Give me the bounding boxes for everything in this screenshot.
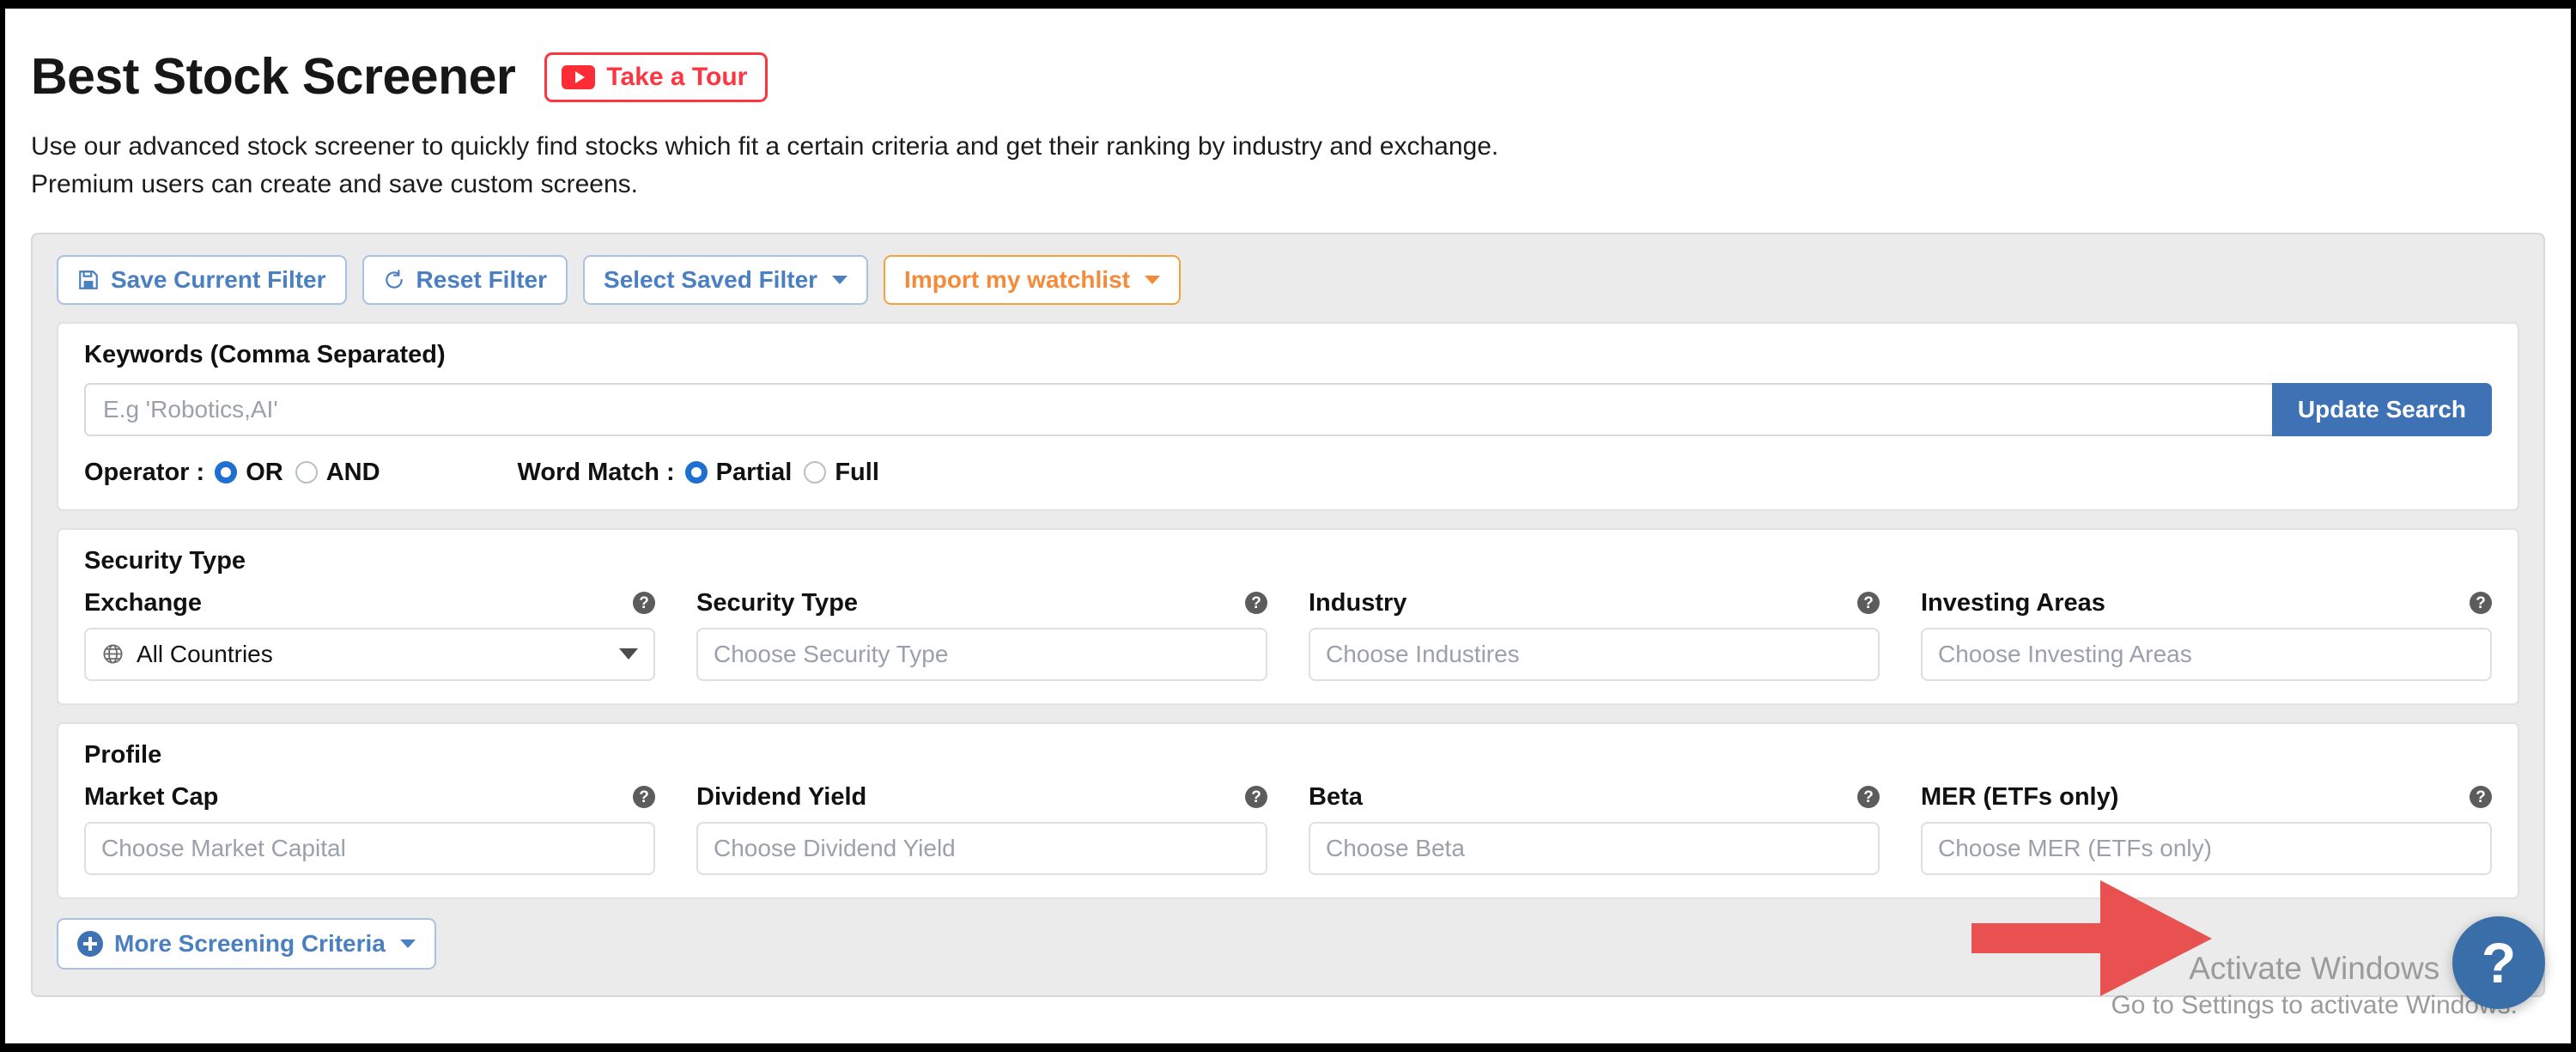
field-industry-header: Industry ? xyxy=(1309,589,1880,617)
reset-filter-label: Reset Filter xyxy=(416,265,548,293)
profile-heading: Profile xyxy=(84,740,162,769)
word-match-option-partial-label: Partial xyxy=(715,458,793,486)
page-title: Best Stock Screener xyxy=(31,48,516,105)
word-match-radio-full[interactable] xyxy=(804,461,827,484)
exchange-select-value: All Countries xyxy=(137,640,273,667)
description-line-2: Premium users can create and save custom… xyxy=(31,170,638,199)
field-investing-areas: Investing Areas ? Choose Investing Areas xyxy=(1921,589,2492,681)
security-type-fields: Exchange ? All Countries Security Type ?… xyxy=(84,589,2492,681)
field-exchange-header: Exchange ? xyxy=(84,589,655,617)
select-saved-filter-dropdown[interactable]: Select Saved Filter xyxy=(583,254,869,305)
header: Best Stock Screener Take a Tour xyxy=(31,52,2545,102)
import-watchlist-label: Import my watchlist xyxy=(904,265,1130,293)
page-content: Best Stock Screener Take a Tour Use our … xyxy=(5,9,2571,1043)
help-icon[interactable]: ? xyxy=(2470,592,2492,615)
more-screening-criteria-label: More Screening Criteria xyxy=(114,929,386,957)
keywords-input[interactable] xyxy=(84,382,2272,436)
operator-radio-or[interactable] xyxy=(215,461,238,484)
chevron-down-icon xyxy=(1144,275,1160,284)
filter-toolbar: Save Current Filter Reset Filter Select … xyxy=(57,254,2519,305)
help-support-button[interactable]: ? xyxy=(2452,916,2545,1009)
beta-input[interactable]: Choose Beta xyxy=(1309,821,1880,875)
operator-label: Operator : xyxy=(84,458,205,486)
help-icon[interactable]: ? xyxy=(633,592,655,615)
youtube-play-icon xyxy=(562,64,596,89)
field-security-type-label: Security Type xyxy=(696,588,859,617)
field-exchange-label: Exchange xyxy=(84,588,202,617)
dividend-yield-input[interactable]: Choose Dividend Yield xyxy=(696,821,1267,875)
more-screening-criteria-button[interactable]: More Screening Criteria xyxy=(57,917,436,970)
description-line-1: Use our advanced stock screener to quick… xyxy=(31,132,1499,161)
field-dividend-yield: Dividend Yield ? Choose Dividend Yield xyxy=(696,783,1267,875)
field-industry-label: Industry xyxy=(1309,588,1407,617)
field-industry: Industry ? Choose Industires xyxy=(1309,589,1880,681)
keywords-card: Keywords (Comma Separated) Update Search… xyxy=(57,321,2519,511)
save-disk-icon xyxy=(77,269,100,291)
help-icon[interactable]: ? xyxy=(1857,786,1880,809)
reset-filter-button[interactable]: Reset Filter xyxy=(361,254,568,305)
chevron-down-icon xyxy=(619,648,638,660)
field-security-type: Security Type ? Choose Security Type xyxy=(696,589,1267,681)
save-current-filter-button[interactable]: Save Current Filter xyxy=(57,254,347,305)
field-security-type-header: Security Type ? xyxy=(696,589,1267,617)
field-dividend-yield-header: Dividend Yield ? xyxy=(696,783,1267,812)
plus-icon xyxy=(77,930,103,957)
word-match-radio-group: Word Match : Partial Full xyxy=(518,459,879,487)
word-match-label: Word Match : xyxy=(517,458,675,486)
profile-card: Profile Market Cap ? Choose Market Capit… xyxy=(57,721,2519,899)
take-a-tour-label: Take a Tour xyxy=(606,62,748,91)
help-icon[interactable]: ? xyxy=(633,786,655,809)
field-mer-header: MER (ETFs only) ? xyxy=(1921,783,2492,812)
update-search-button[interactable]: Update Search xyxy=(2271,382,2492,436)
field-beta: Beta ? Choose Beta xyxy=(1309,783,1880,875)
chevron-down-icon xyxy=(832,275,848,284)
exchange-select[interactable]: All Countries xyxy=(84,627,655,681)
field-beta-header: Beta ? xyxy=(1309,783,1880,812)
security-type-card: Security Type Exchange ? All Countries S… xyxy=(57,527,2519,705)
filter-footer: More Screening Criteria xyxy=(57,917,2519,970)
field-market-cap: Market Cap ? Choose Market Capital xyxy=(84,783,655,875)
chevron-down-icon xyxy=(399,939,416,948)
field-dividend-yield-label: Dividend Yield xyxy=(696,782,867,811)
keywords-heading: Keywords (Comma Separated) xyxy=(84,340,446,368)
field-exchange: Exchange ? All Countries xyxy=(84,589,655,681)
help-icon[interactable]: ? xyxy=(1245,592,1267,615)
page-description: Use our advanced stock screener to quick… xyxy=(31,128,2545,204)
investing-areas-input[interactable]: Choose Investing Areas xyxy=(1921,627,2492,681)
help-icon[interactable]: ? xyxy=(2470,786,2492,809)
operator-radio-group: Operator : OR AND xyxy=(84,459,380,487)
field-market-cap-label: Market Cap xyxy=(84,782,219,811)
field-mer: MER (ETFs only) ? Choose MER (ETFs only) xyxy=(1921,783,2492,875)
operator-option-and-label: AND xyxy=(325,458,380,486)
save-current-filter-label: Save Current Filter xyxy=(111,265,326,293)
operator-option-or-label: OR xyxy=(246,458,283,486)
help-icon[interactable]: ? xyxy=(1245,786,1267,809)
import-watchlist-dropdown[interactable]: Import my watchlist xyxy=(884,254,1181,305)
screener-filter-panel: Save Current Filter Reset Filter Select … xyxy=(31,232,2545,997)
take-a-tour-button[interactable]: Take a Tour xyxy=(544,52,769,102)
industry-input[interactable]: Choose Industires xyxy=(1309,627,1880,681)
globe-icon xyxy=(101,642,125,666)
screenshot-frame: Best Stock Screener Take a Tour Use our … xyxy=(0,0,2576,1052)
keywords-search-row: Update Search xyxy=(84,382,2492,436)
field-market-cap-header: Market Cap ? xyxy=(84,783,655,812)
mer-input[interactable]: Choose MER (ETFs only) xyxy=(1921,821,2492,875)
security-type-input[interactable]: Choose Security Type xyxy=(696,627,1267,681)
refresh-icon xyxy=(383,269,405,291)
market-cap-input[interactable]: Choose Market Capital xyxy=(84,821,655,875)
operator-radio-and[interactable] xyxy=(295,461,318,484)
field-beta-label: Beta xyxy=(1309,782,1363,811)
field-investing-areas-label: Investing Areas xyxy=(1921,588,2105,617)
field-investing-areas-header: Investing Areas ? xyxy=(1921,589,2492,617)
field-mer-label: MER (ETFs only) xyxy=(1921,782,2119,811)
keywords-options-row: Operator : OR AND Word Match : Partial F… xyxy=(84,459,2492,487)
word-match-radio-partial[interactable] xyxy=(684,461,708,484)
security-type-heading: Security Type xyxy=(84,546,246,575)
help-icon[interactable]: ? xyxy=(1857,592,1880,615)
word-match-option-full-label: Full xyxy=(835,458,879,486)
profile-fields: Market Cap ? Choose Market Capital Divid… xyxy=(84,783,2492,875)
select-saved-filter-label: Select Saved Filter xyxy=(604,265,818,293)
